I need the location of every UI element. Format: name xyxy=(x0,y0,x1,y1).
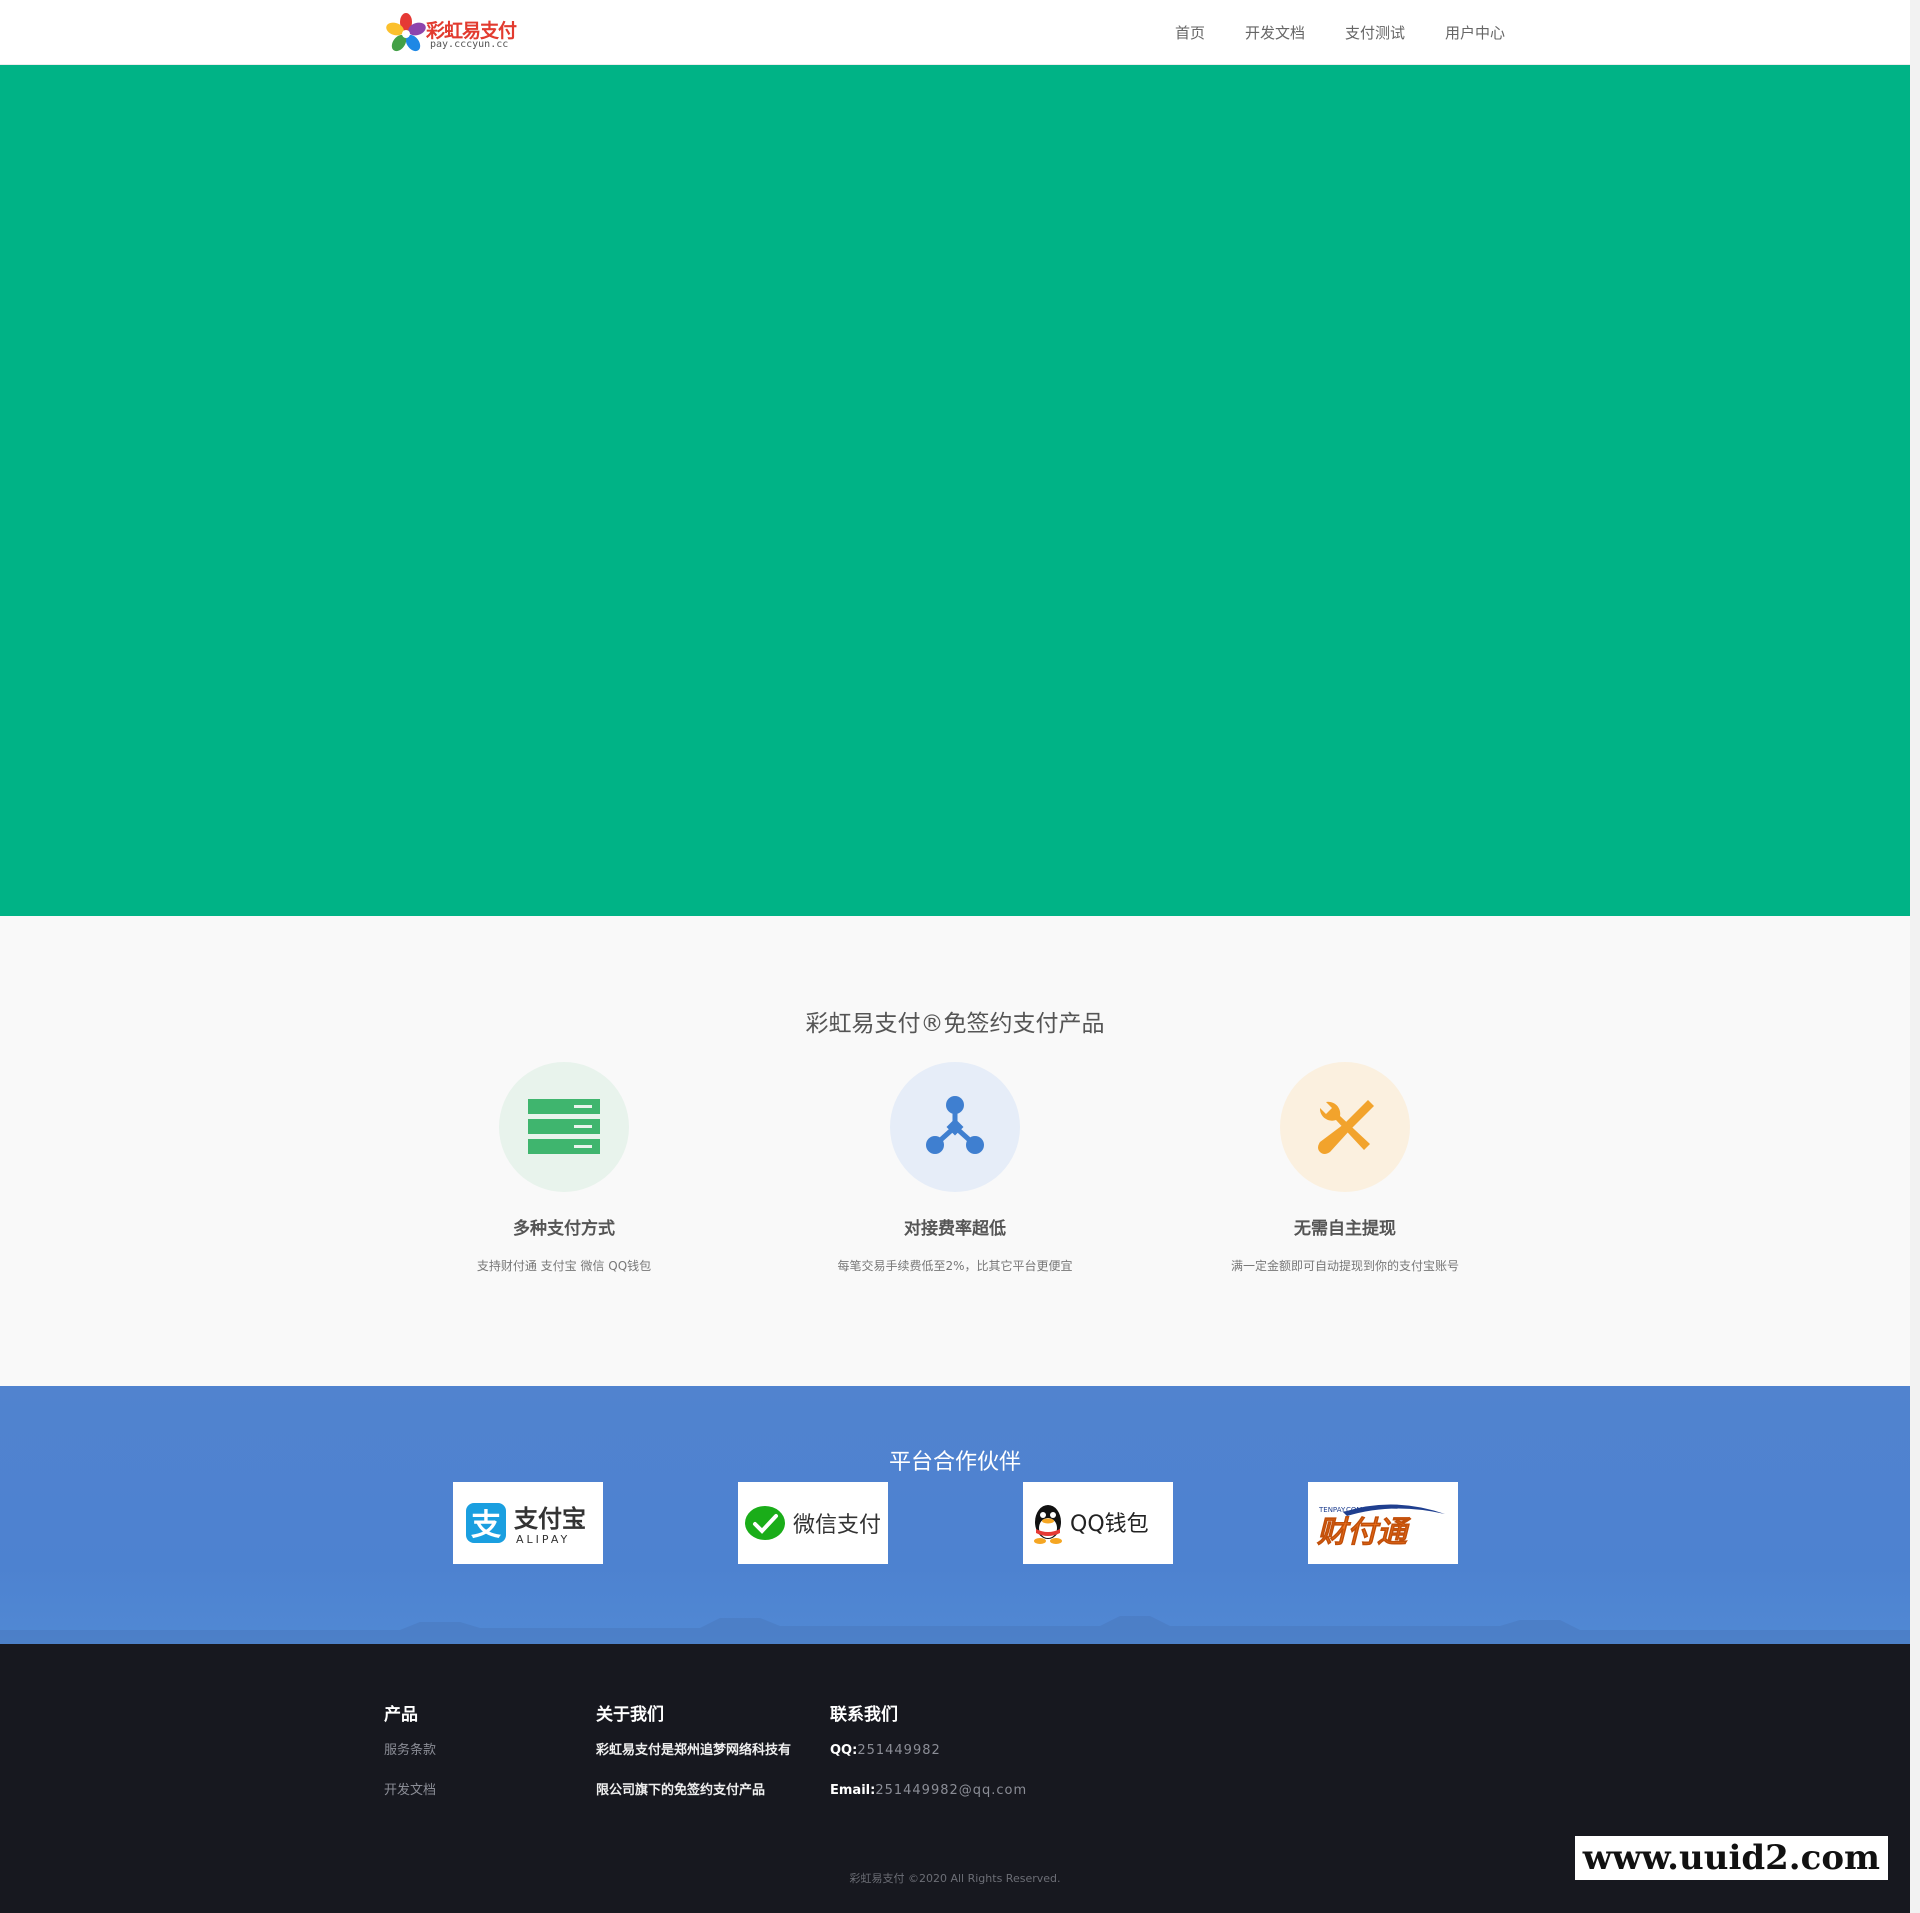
feature-desc: 每笔交易手续费低至2%，比其它平台更便宜 xyxy=(837,1259,1073,1273)
partner-qq-wallet[interactable]: QQ钱包 xyxy=(1023,1482,1173,1564)
page-scrollbar-track[interactable] xyxy=(1910,0,1920,1913)
products-title: 彩虹易支付®免签约支付产品 xyxy=(805,1011,1105,1037)
page: 彩虹易支付 pay.cccyun.cc 首页 开发文档 支付测试 用户中心 彩虹… xyxy=(0,0,1920,1913)
feature-title: 多种支付方式 xyxy=(513,1219,615,1239)
logo-subtitle: pay.cccyun.cc xyxy=(430,39,509,50)
feature-payment-methods: 多种支付方式 支持财付通 支付宝 微信 QQ钱包 xyxy=(404,1062,724,1274)
email-address[interactable]: 251449982@qq.com xyxy=(875,1783,1027,1798)
footer-col-contact: 联系我们 QQ:251449982 Email:251449982@qq.com xyxy=(830,1700,1027,1821)
wechat-pay-logo: 微信支付 xyxy=(745,1506,881,1540)
nav-home[interactable]: 首页 xyxy=(1175,22,1205,43)
partner-sub: ALIPAY xyxy=(516,1533,570,1546)
nav-user-center[interactable]: 用户中心 xyxy=(1445,22,1505,43)
feature-title: 无需自主提现 xyxy=(1294,1219,1396,1239)
main-content: 彩虹易支付 pay.cccyun.cc 首页 开发文档 支付测试 用户中心 彩虹… xyxy=(0,0,1910,1913)
email-label: Email: xyxy=(830,1783,876,1798)
hero-banner xyxy=(0,65,1910,916)
footer-col-product: 产品 服务条款 开发文档 xyxy=(384,1700,436,1821)
watermark-text: www.uuid2.com xyxy=(1574,1836,1888,1880)
server-stack-icon xyxy=(499,1062,629,1192)
footer-about-line: 限公司旗下的免签约支付产品 xyxy=(596,1783,766,1798)
partner-name: 微信支付 xyxy=(793,1513,881,1538)
partners-section: 平台合作伙伴 支 支付宝 ALIPAY 微信支付 QQ钱包 TENPAY.COM… xyxy=(0,1386,1910,1644)
footer-col-about: 关于我们 彩虹易支付是郑州追梦网络科技有 限公司旗下的免签约支付产品 xyxy=(596,1700,791,1821)
feature-desc: 支持财付通 支付宝 微信 QQ钱包 xyxy=(476,1259,652,1273)
partner-name: QQ钱包 xyxy=(1070,1512,1149,1537)
partners-title: 平台合作伙伴 xyxy=(888,1450,1021,1475)
feature-auto-withdraw: 无需自主提现 满一定金额即可自动提现到你的支付宝账号 xyxy=(1185,1062,1505,1274)
footer-col-title: 关于我们 xyxy=(596,1705,664,1725)
partner-tenpay[interactable]: TENPAY.COM 财付通 xyxy=(1308,1482,1458,1564)
products-section: 彩虹易支付®免签约支付产品 多种支付方式 支持财付通 支付宝 微信 QQ钱包 对… xyxy=(0,916,1910,1386)
network-nodes-icon xyxy=(890,1062,1020,1192)
site-logo[interactable]: 彩虹易支付 pay.cccyun.cc xyxy=(384,12,524,56)
footer-link-terms[interactable]: 服务条款 xyxy=(384,1741,436,1761)
footer-contact-email: Email:251449982@qq.com xyxy=(830,1781,1027,1801)
footer-col-title: 联系我们 xyxy=(830,1705,898,1725)
nav-pay-test[interactable]: 支付测试 xyxy=(1345,22,1405,43)
nav-dev-docs[interactable]: 开发文档 xyxy=(1245,22,1305,43)
footer-link-dev-docs[interactable]: 开发文档 xyxy=(384,1781,436,1801)
qq-number[interactable]: 251449982 xyxy=(857,1743,940,1758)
main-nav: 首页 开发文档 支付测试 用户中心 xyxy=(1175,0,1505,65)
tenpay-logo: TENPAY.COM 财付通 xyxy=(1316,1504,1445,1548)
feature-title: 对接费率超低 xyxy=(904,1219,1006,1239)
footer-about-line: 彩虹易支付是郑州追梦网络科技有 xyxy=(596,1743,792,1758)
alipay-logo: 支 支付宝 ALIPAY xyxy=(466,1503,586,1546)
partner-alipay[interactable]: 支 支付宝 ALIPAY xyxy=(453,1482,603,1564)
feature-desc: 满一定金额即可自动提现到你的支付宝账号 xyxy=(1230,1259,1459,1273)
top-header: 彩虹易支付 pay.cccyun.cc 首页 开发文档 支付测试 用户中心 xyxy=(0,0,1910,65)
rainbow-flower-icon xyxy=(386,13,426,52)
skyline-decoration xyxy=(0,1616,1910,1644)
partner-wechat-pay[interactable]: 微信支付 xyxy=(738,1482,888,1564)
svg-text:支: 支 xyxy=(471,1508,501,1543)
wrench-screwdriver-icon xyxy=(1280,1062,1410,1192)
partner-name: 支付宝 xyxy=(514,1505,586,1533)
feature-low-rate: 对接费率超低 每笔交易手续费低至2%，比其它平台更便宜 xyxy=(795,1062,1115,1274)
qq-wallet-logo: QQ钱包 xyxy=(1034,1505,1149,1544)
partner-name: 财付通 xyxy=(1316,1515,1412,1548)
partner-sub: TENPAY.COM xyxy=(1318,1506,1362,1514)
qq-label: QQ: xyxy=(830,1743,858,1758)
footer-contact-qq: QQ:251449982 xyxy=(830,1741,1027,1761)
footer-col-title: 产品 xyxy=(384,1705,418,1725)
